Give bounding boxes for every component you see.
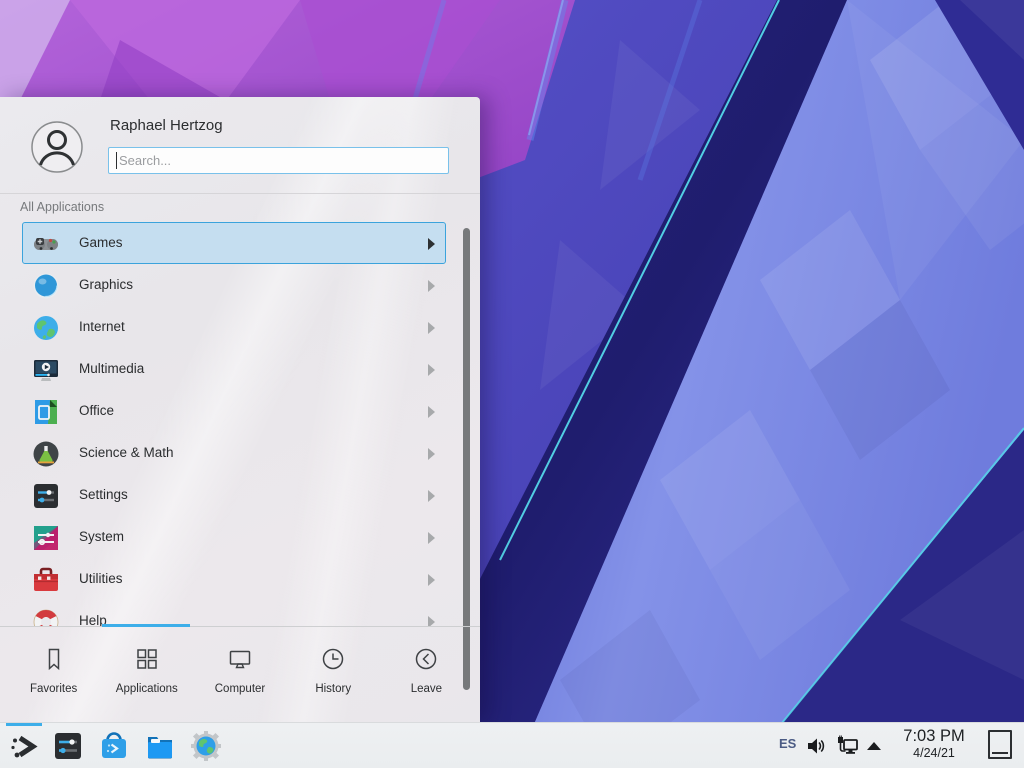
clock-time: 7:03 PM (890, 726, 978, 746)
tab-computer[interactable]: Computer (193, 629, 286, 719)
discover-icon[interactable] (99, 731, 129, 761)
monitor-icon (226, 645, 254, 673)
category-label: Internet (79, 319, 125, 334)
desktop: Raphael Hertzog All Applications Games (0, 0, 1024, 768)
category-label: Utilities (79, 571, 123, 586)
submenu-arrow-icon (427, 406, 435, 418)
category-label: Science & Math (79, 445, 174, 460)
show-desktop-button[interactable] (988, 730, 1012, 759)
bookmark-icon (40, 645, 68, 673)
grid-icon (133, 645, 161, 673)
taskbar-panel: ES 7:03 PM 4/24/21 (0, 722, 1024, 768)
category-row-science-math[interactable]: Science & Math (22, 432, 446, 474)
category-row-graphics[interactable]: Graphics (22, 264, 446, 306)
gamepad-icon (33, 231, 59, 257)
media-icon (33, 357, 59, 383)
submenu-arrow-icon (427, 322, 435, 334)
category-row-help[interactable]: Help (22, 600, 446, 626)
tab-favorites[interactable]: Favorites (7, 629, 100, 719)
user-avatar[interactable] (31, 121, 83, 173)
launcher-tabbar: Favorites Applications Computer (7, 629, 473, 719)
kickoff-icon (9, 731, 39, 761)
active-task-indicator (6, 723, 42, 726)
tab-applications[interactable]: Applications (100, 629, 193, 719)
sliders-icon (33, 483, 59, 509)
tab-leave[interactable]: Leave (380, 629, 473, 719)
header-separator (0, 193, 480, 194)
category-row-utilities[interactable]: Utilities (22, 558, 446, 600)
show-desktop-glyph (992, 752, 1008, 754)
globe-icon (33, 315, 59, 341)
submenu-arrow-icon (427, 616, 435, 626)
category-label: Office (79, 403, 114, 418)
category-label: System (79, 529, 124, 544)
category-row-games[interactable]: Games (22, 222, 446, 264)
volume-icon[interactable] (806, 736, 826, 756)
application-launcher-button[interactable] (6, 723, 42, 768)
category-list: Games Graphics (0, 222, 460, 626)
expand-tray-icon[interactable] (866, 740, 882, 752)
submenu-arrow-icon (427, 238, 435, 250)
clock-icon (319, 645, 347, 673)
tab-label: Favorites (7, 683, 100, 695)
leave-icon (412, 645, 440, 673)
system-settings-icon[interactable] (53, 731, 83, 761)
digital-clock[interactable]: 7:03 PM 4/24/21 (890, 726, 978, 766)
web-browser-icon[interactable] (191, 731, 221, 761)
category-label: Graphics (79, 277, 133, 292)
category-label: Settings (79, 487, 128, 502)
sphere-icon (33, 273, 59, 299)
submenu-arrow-icon (427, 280, 435, 292)
document-icon (33, 399, 59, 425)
submenu-arrow-icon (427, 574, 435, 586)
launcher-header: Raphael Hertzog (0, 97, 480, 193)
tab-history[interactable]: History (287, 629, 380, 719)
toolbox-icon (33, 567, 59, 593)
category-row-multimedia[interactable]: Multimedia (22, 348, 446, 390)
clock-date: 4/24/21 (890, 746, 978, 761)
tab-label: Applications (100, 683, 193, 695)
category-row-office[interactable]: Office (22, 390, 446, 432)
application-launcher-menu: Raphael Hertzog All Applications Games (0, 97, 480, 722)
network-icon[interactable] (836, 735, 858, 757)
active-tab-indicator (102, 624, 190, 627)
flask-icon (33, 441, 59, 467)
submenu-arrow-icon (427, 364, 435, 376)
category-row-settings[interactable]: Settings (22, 474, 446, 516)
tab-label: History (287, 683, 380, 695)
category-row-system[interactable]: System (22, 516, 446, 558)
footer-separator (0, 626, 480, 627)
search-box (108, 147, 449, 174)
section-label: All Applications (20, 200, 104, 214)
tab-label: Computer (193, 683, 286, 695)
user-name: Raphael Hertzog (110, 117, 223, 134)
scrollbar-thumb[interactable] (463, 228, 470, 690)
search-input[interactable] (117, 148, 441, 173)
category-label: Games (79, 235, 123, 250)
category-row-internet[interactable]: Internet (22, 306, 446, 348)
category-label: Multimedia (79, 361, 144, 376)
submenu-arrow-icon (427, 448, 435, 460)
lifebuoy-icon (33, 609, 59, 626)
tab-label: Leave (380, 683, 473, 695)
keyboard-layout-indicator[interactable]: ES (779, 736, 796, 751)
submenu-arrow-icon (427, 490, 435, 502)
file-manager-icon[interactable] (145, 731, 175, 761)
submenu-arrow-icon (427, 532, 435, 544)
system-icon (33, 525, 59, 551)
